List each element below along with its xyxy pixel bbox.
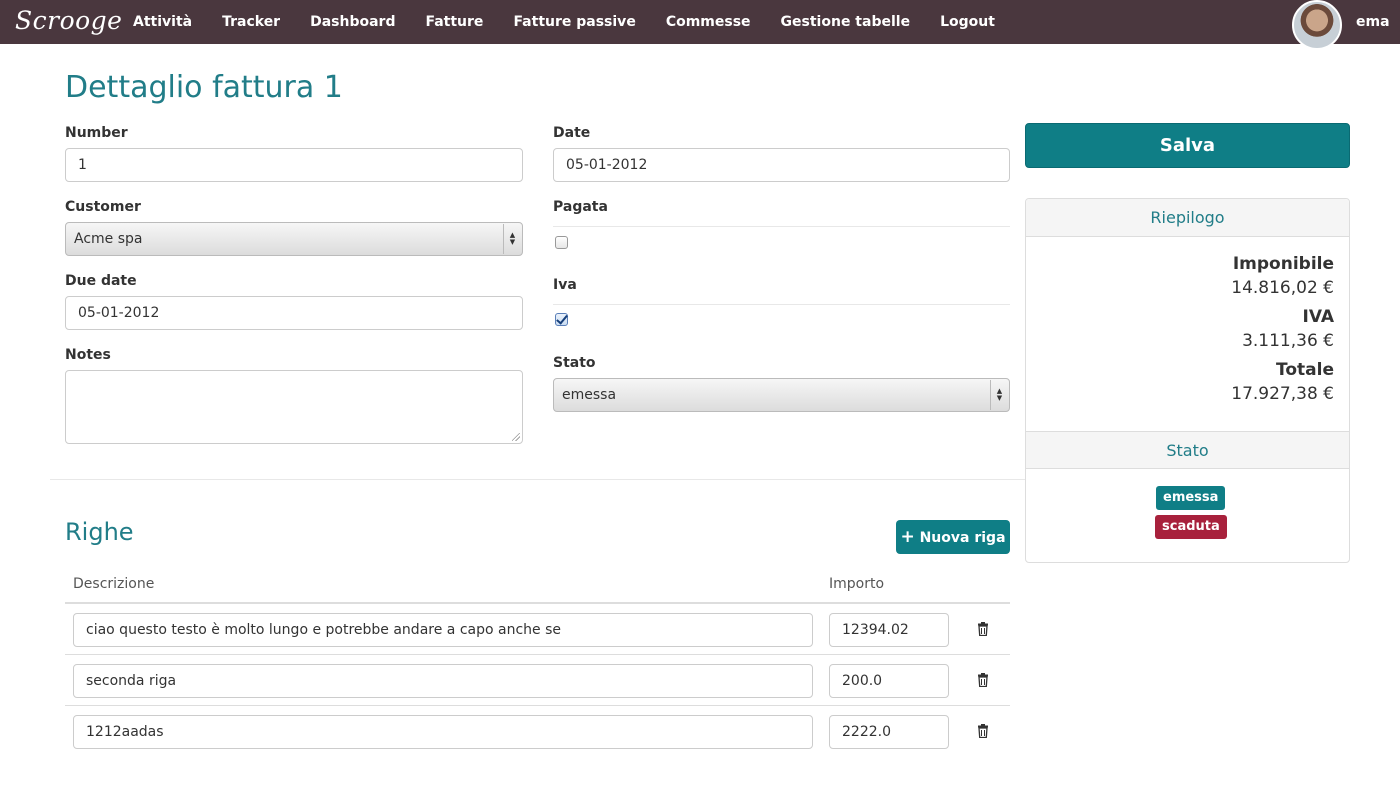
due-date-field[interactable]: 05-01-2012: [65, 296, 523, 330]
stato-label: Stato: [553, 355, 596, 371]
divider: [553, 304, 1010, 305]
main-nav: Attività Tracker Dashboard Fatture Fattu…: [118, 0, 1010, 44]
nav-item-commesse[interactable]: Commesse: [651, 14, 766, 30]
column-header-importo: Importo: [829, 576, 885, 592]
number-field[interactable]: 1: [65, 148, 523, 182]
nav-item-dashboard[interactable]: Dashboard: [295, 14, 410, 30]
stato-panel-title: Stato: [1026, 431, 1349, 469]
row-amount-field[interactable]: 2222.0: [829, 715, 949, 749]
status-badge: emessa: [1156, 486, 1226, 510]
notes-label: Notes: [65, 347, 111, 363]
divider: [553, 226, 1010, 227]
page-title: Dettaglio fattura 1: [65, 70, 343, 105]
section-divider: [50, 479, 1025, 480]
due-date-label: Due date: [65, 273, 137, 289]
trash-icon[interactable]: [976, 673, 990, 687]
row-amount-field[interactable]: 200.0: [829, 664, 949, 698]
select-arrows-icon: ▲ ▼: [503, 224, 521, 254]
brand-logo[interactable]: Scrooge: [15, 6, 122, 35]
user-name[interactable]: ema: [1356, 14, 1390, 30]
trash-icon[interactable]: [976, 622, 990, 636]
customer-select-value: Acme spa: [74, 231, 143, 247]
trash-icon[interactable]: [976, 724, 990, 738]
totale-value: 17.927,38 €: [1231, 384, 1334, 404]
summary-title: Riepilogo: [1026, 199, 1349, 237]
notes-textarea[interactable]: [65, 370, 523, 444]
row-description-field[interactable]: ciao questo testo è molto lungo e potreb…: [73, 613, 813, 647]
status-badge: scaduta: [1155, 515, 1227, 539]
stato-select[interactable]: emessa ▲ ▼: [553, 378, 1010, 412]
date-field[interactable]: 05-01-2012: [553, 148, 1010, 182]
iva-total-value: 3.111,36 €: [1242, 331, 1334, 351]
select-arrows-icon: ▲ ▼: [990, 380, 1008, 410]
row-divider: [65, 654, 1010, 655]
nav-item-tracker[interactable]: Tracker: [207, 14, 295, 30]
top-navbar: Scrooge Attività Tracker Dashboard Fattu…: [0, 0, 1400, 50]
righe-title: Righe: [65, 518, 134, 546]
iva-label: Iva: [553, 277, 577, 293]
imponibile-label: Imponibile: [1232, 254, 1334, 274]
add-row-button[interactable]: + Nuova riga: [896, 520, 1010, 554]
row-amount-field[interactable]: 12394.02: [829, 613, 949, 647]
pagata-checkbox[interactable]: [555, 236, 568, 249]
save-button[interactable]: Salva: [1025, 123, 1350, 168]
resize-grip-icon[interactable]: [512, 433, 520, 441]
nav-item-fatture[interactable]: Fatture: [410, 14, 498, 30]
number-label: Number: [65, 125, 128, 141]
totale-label: Totale: [1276, 360, 1334, 380]
iva-total-label: IVA: [1302, 307, 1335, 327]
nav-item-gestione-tabelle[interactable]: Gestione tabelle: [766, 14, 926, 30]
plus-icon: +: [900, 527, 915, 547]
imponibile-value: 14.816,02 €: [1231, 278, 1334, 298]
pagata-label: Pagata: [553, 199, 608, 215]
column-header-descrizione: Descrizione: [73, 576, 155, 592]
nav-item-attivita[interactable]: Attività: [118, 14, 207, 30]
stato-select-value: emessa: [562, 387, 617, 403]
nav-item-fatture-passive[interactable]: Fatture passive: [498, 14, 650, 30]
customer-select[interactable]: Acme spa ▲ ▼: [65, 222, 523, 256]
avatar[interactable]: [1292, 0, 1342, 50]
table-header-divider: [65, 602, 1010, 604]
iva-checkbox[interactable]: [555, 313, 568, 326]
row-divider: [65, 705, 1010, 706]
summary-panel: Riepilogo Imponibile 14.816,02 € IVA 3.1…: [1025, 198, 1350, 563]
row-description-field[interactable]: seconda riga: [73, 664, 813, 698]
nav-item-logout[interactable]: Logout: [925, 14, 1010, 30]
row-description-field[interactable]: 1212aadas: [73, 715, 813, 749]
date-label: Date: [553, 125, 591, 141]
add-row-label: Nuova riga: [919, 530, 1006, 546]
customer-label: Customer: [65, 199, 141, 215]
